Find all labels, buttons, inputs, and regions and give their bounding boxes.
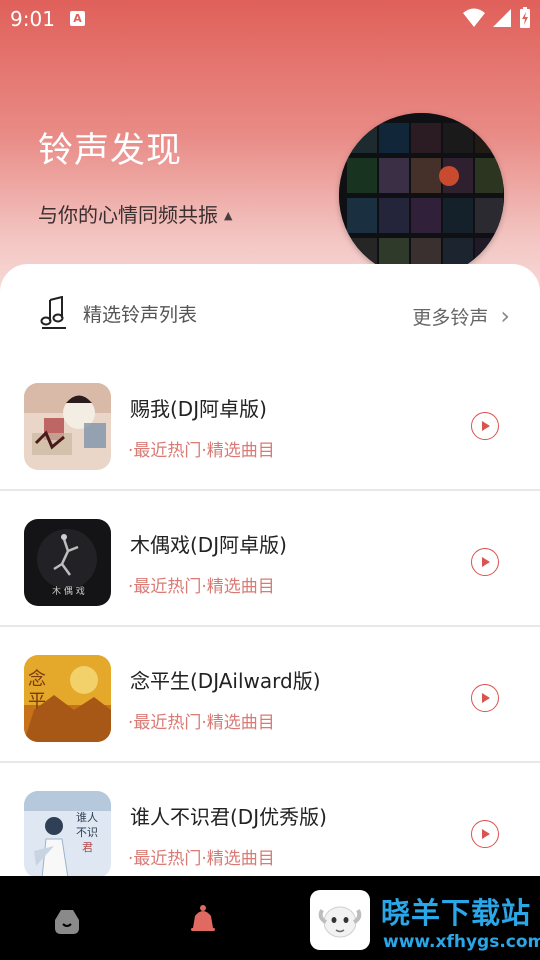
album-collage-art (339, 113, 504, 278)
list-item[interactable]: 木 偶 戏 木偶戏(DJ阿卓版) ·最近热门·精选曲目 (0, 491, 540, 627)
watermark-name: 晓羊下载站 (381, 896, 532, 930)
ringtone-tag: ·最近热门·精选曲目 (128, 849, 275, 869)
ringtone-title: 谁人不识君(DJ优秀版) (130, 805, 327, 829)
list-item[interactable]: 念 平 念平生(DJAilward版) ·最近热门·精选曲目 (0, 627, 540, 763)
svg-text:平: 平 (28, 691, 46, 712)
play-icon (482, 557, 490, 567)
play-button[interactable] (471, 548, 499, 576)
list-item[interactable]: 赐我(DJ阿卓版) ·最近热门·精选曲目 (0, 355, 540, 491)
watermark-url: www.xfhygs.com (383, 932, 540, 952)
notification-badge-icon: A (70, 11, 85, 26)
album-cover: 念 平 (24, 655, 111, 742)
ringtone-tag: ·最近热门·精选曲目 (128, 713, 275, 733)
status-icons (462, 6, 532, 30)
play-icon (482, 829, 490, 839)
music-note-icon (40, 296, 66, 329)
chevron-right-icon: › (500, 302, 510, 330)
svg-text:木 偶 戏: 木 偶 戏 (52, 585, 85, 597)
album-cover (24, 383, 111, 470)
ringtone-tag: ·最近热门·精选曲目 (128, 577, 275, 597)
bell-icon[interactable] (189, 904, 217, 936)
album-cover: 木 偶 戏 (24, 519, 111, 606)
battery-charging-icon (520, 7, 530, 28)
status-bar: 9:01 A (0, 0, 540, 38)
status-time: 9:01 (10, 7, 55, 31)
section-header: 精选铃声列表 更多铃声 › (40, 296, 510, 336)
play-icon (482, 421, 490, 431)
more-ringtones-link[interactable]: 更多铃声 › (412, 302, 510, 330)
ringtone-title: 木偶戏(DJ阿卓版) (130, 533, 287, 557)
play-button[interactable] (471, 412, 499, 440)
album-collage-disc[interactable] (339, 113, 504, 278)
watermark-logo (310, 890, 370, 950)
play-button[interactable] (471, 684, 499, 712)
signal-icon (493, 9, 511, 27)
hero-subtitle-text: 与你的心情同频共振 (38, 203, 218, 227)
ringtone-title: 念平生(DJAilward版) (130, 669, 321, 693)
ringtone-tag: ·最近热门·精选曲目 (128, 441, 275, 461)
section-title: 精选铃声列表 (83, 304, 198, 326)
svg-text:谁人: 谁人 (76, 811, 98, 824)
hero-subtitle[interactable]: 与你的心情同频共振 ▲ (38, 199, 232, 228)
ringtone-list: 赐我(DJ阿卓版) ·最近热门·精选曲目 木 偶 戏 木偶戏(DJ阿卓版) ·最… (0, 355, 540, 897)
album-cover: 谁人 不识 君 (24, 791, 111, 878)
ringtone-title: 赐我(DJ阿卓版) (130, 397, 267, 421)
home-icon[interactable] (51, 906, 83, 936)
svg-text:君: 君 (82, 841, 93, 854)
play-icon (482, 693, 490, 703)
page-title: 铃声发现 (38, 131, 183, 171)
play-button[interactable] (471, 820, 499, 848)
caret-up-icon: ▲ (224, 209, 233, 222)
wifi-icon (463, 8, 485, 27)
more-ringtones-label: 更多铃声 (412, 306, 489, 329)
sheep-logo-icon (318, 906, 362, 938)
svg-text:不识: 不识 (76, 826, 98, 839)
svg-text:念: 念 (28, 668, 46, 690)
